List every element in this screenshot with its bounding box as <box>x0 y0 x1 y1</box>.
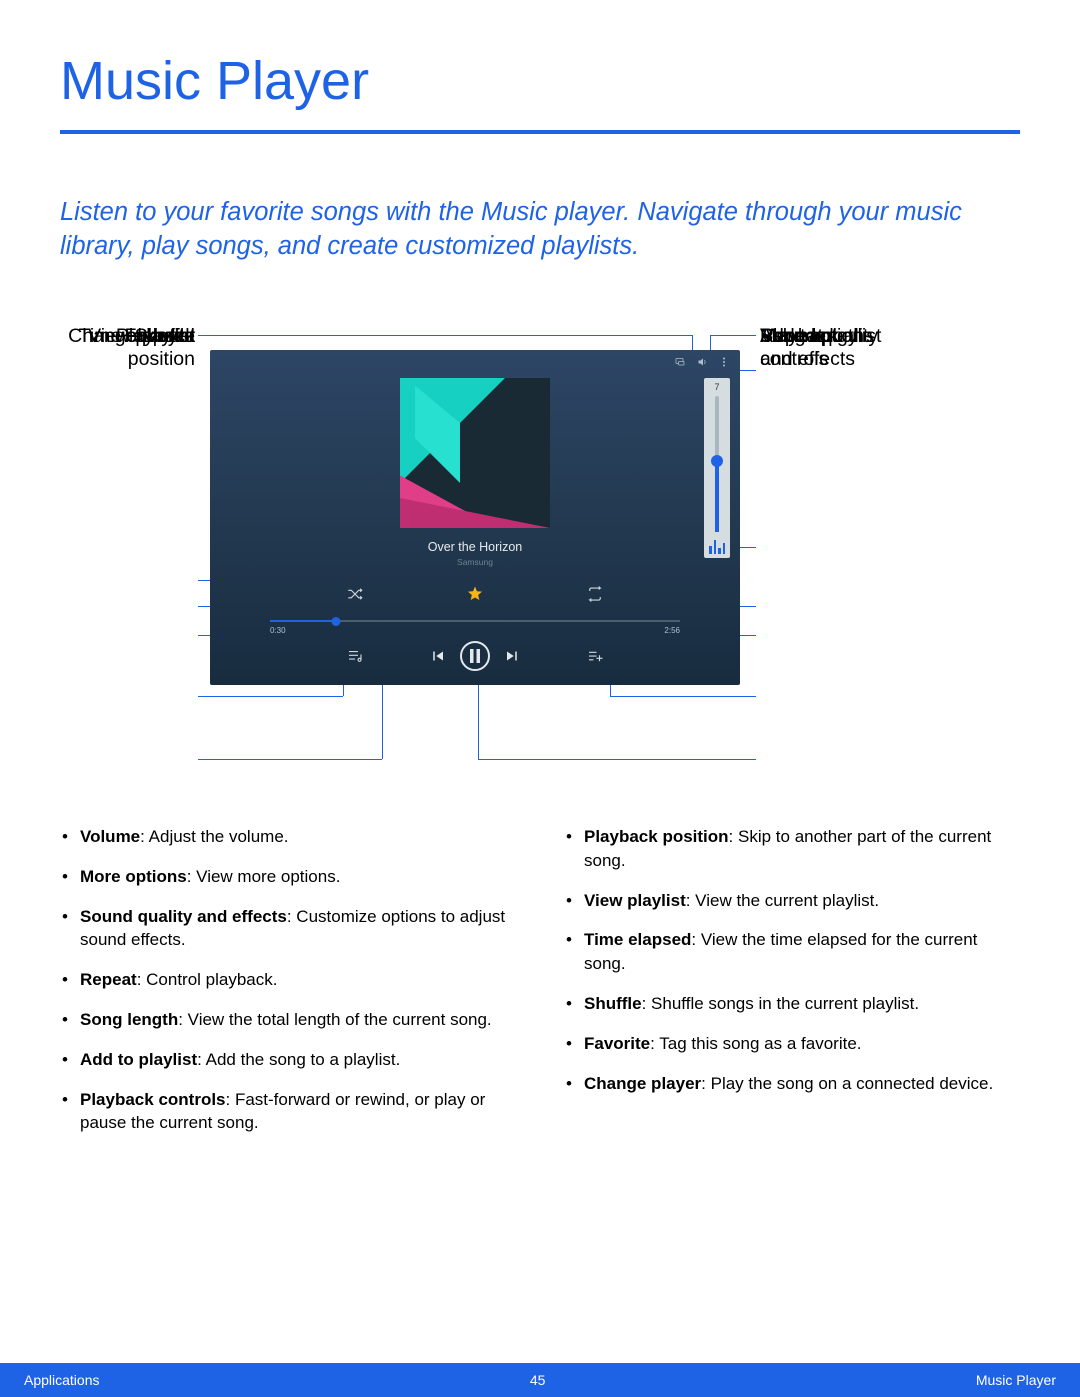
feature-term: Shuffle <box>584 994 642 1013</box>
feature-term: Playback controls <box>80 1090 226 1109</box>
feature-desc: : View more options. <box>187 867 341 886</box>
page-title: Music Player <box>60 50 369 112</box>
feature-bullet: Playback position: Skip to another part … <box>564 825 1020 873</box>
feature-term: Add to playlist <box>80 1050 197 1069</box>
leader-line <box>198 696 343 697</box>
volume-level: 7 <box>714 382 719 392</box>
feature-term: Sound quality and effects <box>80 907 287 926</box>
feature-term: Change player <box>584 1074 701 1093</box>
feature-bullet: Sound quality and effects: Customize opt… <box>60 905 516 953</box>
feature-bullet: Playback controls: Fast-forward or rewin… <box>60 1088 516 1136</box>
volume-slider-fill <box>715 461 719 532</box>
footer-section: Applications <box>24 1372 100 1388</box>
intro-text: Listen to your favorite songs with the M… <box>60 195 1020 264</box>
play-pause-button[interactable] <box>460 641 490 671</box>
footer-page-number: 45 <box>530 1372 546 1388</box>
feature-bullet: Time elapsed: View the time elapsed for … <box>564 928 1020 976</box>
volume-icon[interactable] <box>696 356 708 368</box>
feature-term: View playlist <box>584 891 686 910</box>
feature-term: Favorite <box>584 1034 650 1053</box>
time-total: 2:56 <box>664 626 680 635</box>
feature-term: Repeat <box>80 970 137 989</box>
top-bar <box>674 356 730 368</box>
seek-knob[interactable] <box>331 617 340 626</box>
label-playback-controls-l1: Playback <box>760 325 839 347</box>
feature-term: More options <box>80 867 187 886</box>
seek-progress <box>270 620 336 622</box>
feature-desc: : Adjust the volume. <box>140 827 288 846</box>
feature-list-left: Volume: Adjust the volume.More options: … <box>60 825 516 1151</box>
label-playback-controls-l2: controls <box>760 348 828 370</box>
feature-bullet: View playlist: View the current playlist… <box>564 889 1020 913</box>
favorite-button[interactable] <box>395 582 555 606</box>
title-rule <box>60 130 1020 134</box>
volume-popup[interactable]: 7 <box>704 378 730 558</box>
feature-desc: : Play the song on a connected device. <box>701 1074 993 1093</box>
feature-desc: : View the total length of the current s… <box>178 1010 491 1029</box>
feature-term: Volume <box>80 827 140 846</box>
more-options-icon[interactable] <box>718 356 730 368</box>
feature-list-right: Playback position: Skip to another part … <box>564 825 1020 1151</box>
label-playback-position-l1: Playback <box>116 325 195 347</box>
music-player-screenshot: 7 Over the Horizon Samsung <box>210 350 740 685</box>
feature-desc: : Add the song to a playlist. <box>197 1050 400 1069</box>
feature-bullet: Repeat: Control playback. <box>60 968 516 992</box>
feature-bullet: Volume: Adjust the volume. <box>60 825 516 849</box>
next-button[interactable] <box>504 647 522 665</box>
leader-line <box>478 759 756 760</box>
feature-bullet: Add to playlist: Add the song to a playl… <box>60 1048 516 1072</box>
feature-desc: : Shuffle songs in the current playlist. <box>642 994 920 1013</box>
feature-bullet: Change player: Play the song on a connec… <box>564 1072 1020 1096</box>
previous-button[interactable] <box>428 647 446 665</box>
seek-bar[interactable]: 0:30 2:56 <box>270 612 680 632</box>
change-player-icon[interactable] <box>674 356 686 368</box>
feature-bullet: More options: View more options. <box>60 865 516 889</box>
song-title: Over the Horizon <box>210 540 740 554</box>
leader-line <box>198 335 692 336</box>
controls-row-top <box>210 582 740 606</box>
label-playback-position-l2: position <box>128 348 195 370</box>
feature-bullet: Favorite: Tag this song as a favorite. <box>564 1032 1020 1056</box>
time-elapsed: 0:30 <box>270 626 286 635</box>
feature-bullet: Song length: View the total length of th… <box>60 1008 516 1032</box>
feature-bullet: Shuffle: Shuffle songs in the current pl… <box>564 992 1020 1016</box>
controls-row-bottom <box>210 638 740 674</box>
leader-line <box>710 335 756 336</box>
playback-controls <box>395 638 555 674</box>
shuffle-button[interactable] <box>315 582 395 606</box>
annotated-screenshot: Change player Favorite Shuffle Time elap… <box>60 325 1020 815</box>
feature-desc: : View the current playlist. <box>686 891 879 910</box>
leader-line <box>198 759 382 760</box>
feature-term: Playback position <box>584 827 729 846</box>
leader-line <box>610 696 756 697</box>
album-art <box>400 378 550 528</box>
volume-slider-track[interactable] <box>715 396 719 532</box>
add-to-playlist-button[interactable] <box>555 638 635 674</box>
feature-description-columns: Volume: Adjust the volume.More options: … <box>60 825 1020 1151</box>
song-artist: Samsung <box>210 557 740 567</box>
feature-desc: : Tag this song as a favorite. <box>650 1034 861 1053</box>
label-playback-position: Playback position <box>116 325 195 372</box>
feature-desc: : Control playback. <box>137 970 278 989</box>
pause-icon <box>469 649 481 663</box>
feature-term: Time elapsed <box>584 930 691 949</box>
feature-term: Song length <box>80 1010 178 1029</box>
view-playlist-button[interactable] <box>315 638 395 674</box>
footer-topic: Music Player <box>976 1372 1056 1388</box>
repeat-button[interactable] <box>555 582 635 606</box>
page-footer: Applications 45 Music Player <box>0 1363 1080 1397</box>
label-playback-controls: Playback controls <box>760 325 839 372</box>
volume-slider-knob[interactable] <box>711 455 723 467</box>
